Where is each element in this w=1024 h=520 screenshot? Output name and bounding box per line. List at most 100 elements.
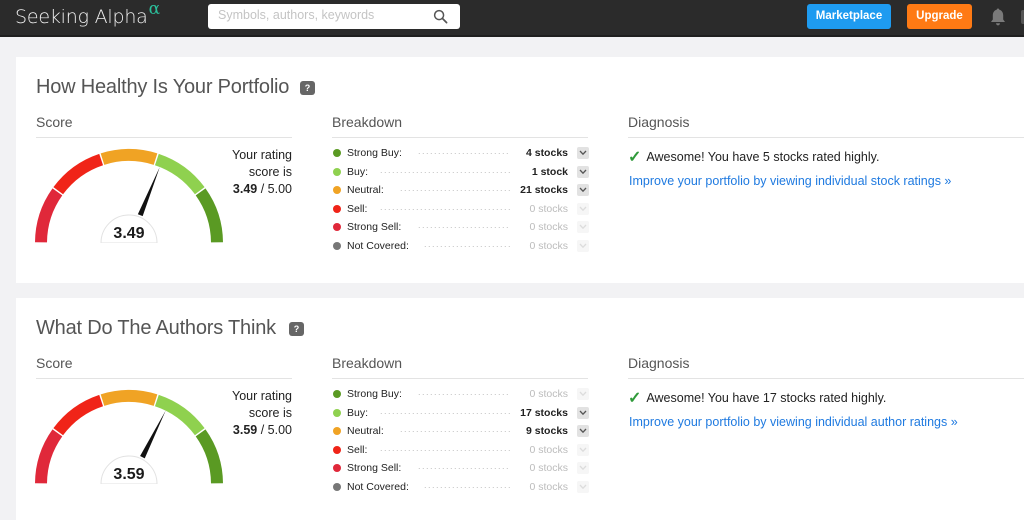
expand-toggle[interactable] xyxy=(577,406,589,419)
expand-toggle xyxy=(577,202,589,215)
gauge-segment-buy xyxy=(154,394,205,436)
authors-rating-panel: What Do The Authors Think ? Score Breakd… xyxy=(16,298,1024,520)
rating-value-line: 3.49 / 5.00 xyxy=(230,181,292,198)
dot-leader: ........................................… xyxy=(418,461,510,471)
gauge-segment-strong-buy xyxy=(195,188,223,243)
rating-gauge: 3.59 xyxy=(35,390,223,484)
seeking-alpha-logo[interactable]: Seeking Alphaα xyxy=(15,0,160,28)
rating-max: 5.00 xyxy=(267,182,292,196)
breakdown-count: 0 stocks xyxy=(529,239,568,252)
breakdown-label: Strong Buy: xyxy=(347,147,402,159)
chevron-down-icon xyxy=(579,447,587,452)
breakdown-heading: Breakdown xyxy=(332,114,403,130)
breakdown-label: Neutral: xyxy=(347,184,384,196)
diagnosis-message: ✓ Awesome! You have 5 stocks rated highly… xyxy=(628,146,879,166)
portfolio-health-panel: How Healthy Is Your Portfolio ? Score Br… xyxy=(16,57,1024,283)
help-icon[interactable]: ? xyxy=(289,322,304,336)
help-icon[interactable]: ? xyxy=(300,81,315,95)
breakdown-row-neutral: Neutral: ...............................… xyxy=(332,423,590,442)
expand-toggle xyxy=(577,480,589,493)
breakdown-row-strong-buy: Strong Buy: ............................… xyxy=(332,386,590,405)
gauge-needle xyxy=(137,166,160,217)
breakdown-count: 21 stocks xyxy=(520,184,568,196)
gauge-segment-strong-buy xyxy=(195,429,223,484)
breakdown-label: Sell: xyxy=(347,443,368,456)
diagnosis-heading: Diagnosis xyxy=(628,355,690,371)
breakdown-count: 0 stocks xyxy=(529,443,568,456)
chevron-down-icon xyxy=(579,243,587,248)
dot-leader: ........................................… xyxy=(380,442,510,453)
rating-summary: Your rating score is 3.49 / 5.00 xyxy=(230,147,292,198)
divider xyxy=(628,378,1024,379)
marketplace-button[interactable]: Marketplace xyxy=(807,4,891,29)
checkmark-icon: ✓ xyxy=(628,149,642,166)
breakdown-count: 9 stocks xyxy=(525,425,568,437)
logo-alpha-symbol: α xyxy=(148,0,160,19)
rating-separator: / xyxy=(257,182,268,196)
breakdown-label: Strong Buy: xyxy=(347,388,402,400)
expand-toggle[interactable] xyxy=(577,184,589,196)
score-heading: Score xyxy=(36,355,73,371)
rating-label-line1: Your rating xyxy=(232,148,292,162)
top-navigation-bar: Seeking Alphaα Marketplace Upgrade xyxy=(0,0,1024,37)
upgrade-button[interactable]: Upgrade xyxy=(907,4,972,29)
chevron-down-icon xyxy=(579,465,587,471)
expand-toggle xyxy=(577,388,589,400)
rating-label-line1: Your rating xyxy=(232,389,292,403)
breakdown-row-strong-buy: Strong Buy: ............................… xyxy=(332,145,590,164)
breakdown-label: Neutral: xyxy=(347,425,384,437)
dot-leader: ........................................… xyxy=(418,220,510,230)
chevron-down-icon xyxy=(579,428,587,434)
breakdown-label: Strong Sell: xyxy=(347,462,402,474)
breakdown-row-not-covered: Not Covered: ...........................… xyxy=(332,238,590,257)
expand-toggle[interactable] xyxy=(577,147,589,159)
dot-leader: ........................................… xyxy=(418,146,510,156)
buy-dot-icon xyxy=(333,167,341,176)
chevron-down-icon xyxy=(579,150,587,156)
neutral-dot-icon xyxy=(333,427,341,435)
dot-leader: ........................................… xyxy=(400,424,510,434)
expand-toggle[interactable] xyxy=(577,165,589,178)
expand-toggle xyxy=(577,221,589,233)
dot-leader: ........................................… xyxy=(424,479,510,490)
chevron-down-icon xyxy=(579,410,587,415)
improve-portfolio-link[interactable]: Improve your portfolio by viewing indivi… xyxy=(629,415,958,429)
search-icon[interactable] xyxy=(433,9,448,24)
sell-dot-icon xyxy=(333,445,341,454)
bell-icon[interactable] xyxy=(989,7,1007,27)
diagnosis-heading: Diagnosis xyxy=(628,114,690,130)
expand-toggle xyxy=(577,462,589,474)
dot-leader: ........................................… xyxy=(424,238,510,249)
search-input[interactable] xyxy=(218,8,428,22)
rating-label-line2: score is xyxy=(248,406,292,420)
breakdown-count: 17 stocks xyxy=(520,406,568,419)
chevron-down-icon xyxy=(579,206,587,211)
divider xyxy=(332,137,588,138)
breakdown-count: 0 stocks xyxy=(529,462,568,474)
search-box[interactable] xyxy=(208,4,460,29)
not-covered-dot-icon xyxy=(333,241,341,250)
breakdown-label: Not Covered: xyxy=(347,480,409,493)
improve-portfolio-link[interactable]: Improve your portfolio by viewing indivi… xyxy=(629,174,951,188)
chevron-down-icon xyxy=(579,169,587,174)
strong-sell-dot-icon xyxy=(333,223,341,231)
expand-toggle[interactable] xyxy=(577,425,589,437)
breakdown-row-strong-sell: Strong Sell: ...........................… xyxy=(332,219,590,238)
diagnosis-text: Awesome! You have 17 stocks rated highly… xyxy=(646,391,887,405)
gauge-segment-neutral xyxy=(100,390,158,406)
breakdown-row-buy: Buy: ...................................… xyxy=(332,405,590,424)
breakdown-row-sell: Sell: ..................................… xyxy=(332,201,590,220)
breakdown-heading: Breakdown xyxy=(332,355,403,371)
logo-text: Seeking Alpha xyxy=(15,6,148,28)
dot-leader: ........................................… xyxy=(380,201,510,212)
sell-dot-icon xyxy=(333,204,341,213)
gauge-score-value: 3.49 xyxy=(113,225,144,242)
panel-title: What Do The Authors Think xyxy=(36,317,276,339)
rating-value: 3.49 xyxy=(232,182,258,196)
panel-title: How Healthy Is Your Portfolio xyxy=(36,76,290,98)
breakdown-row-sell: Sell: ..................................… xyxy=(332,442,590,461)
chevron-down-icon xyxy=(579,484,587,489)
breakdown-row-buy: Buy: ...................................… xyxy=(332,164,590,183)
breakdown-count: 4 stocks xyxy=(525,147,568,159)
divider xyxy=(36,378,292,379)
